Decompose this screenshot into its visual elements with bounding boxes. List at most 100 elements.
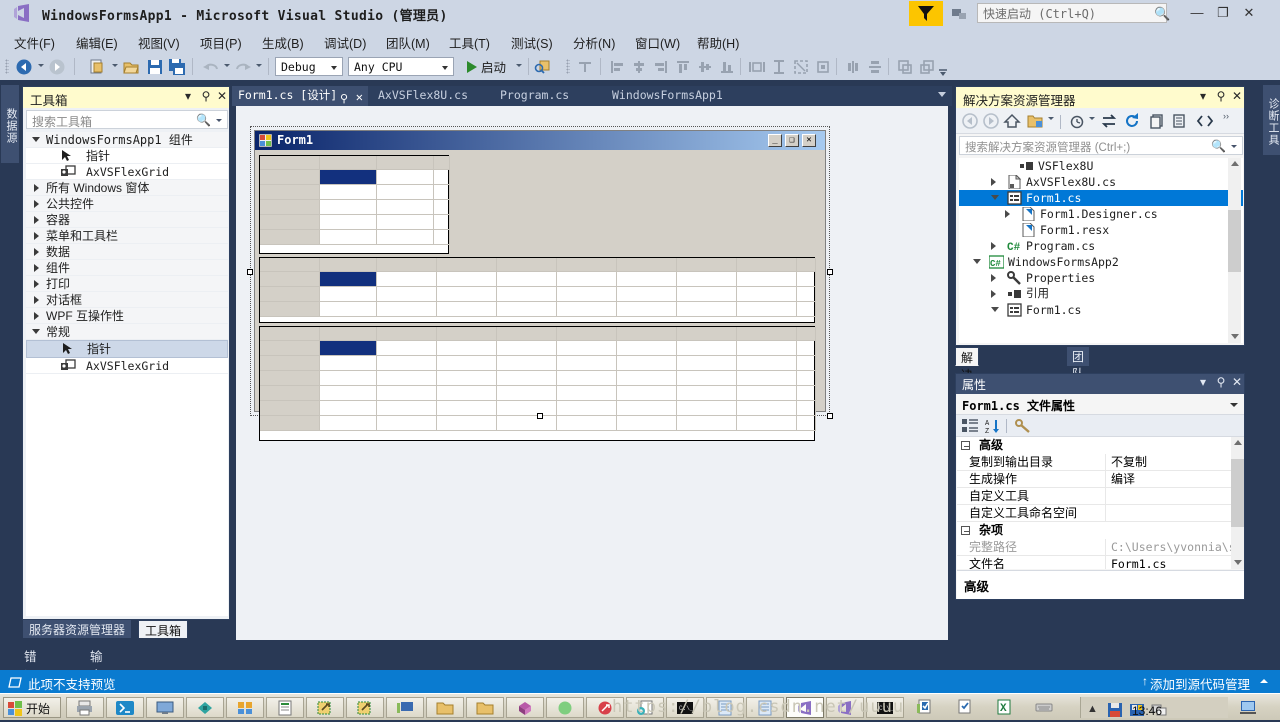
toolbox-category[interactable]: 常规 [26, 324, 228, 340]
autohide-tab-diagnostic-tools[interactable]: 诊断工具 [1263, 85, 1280, 155]
toolbox-item[interactable]: 指针 [26, 148, 228, 164]
grid-cell[interactable] [437, 272, 497, 287]
grid-cell[interactable] [497, 416, 557, 431]
toolbox-list[interactable]: WindowsFormsApp1 组件 指针 AxVSFlexGrid 所有 Wind… [26, 132, 228, 616]
grid-cell[interactable] [437, 371, 497, 386]
solution-configuration-combo[interactable]: Debug [275, 57, 343, 76]
chevron-right-icon[interactable] [34, 312, 39, 320]
grid-cell[interactable] [260, 230, 320, 245]
grid-cell[interactable] [797, 371, 816, 386]
chevron-right-icon[interactable] [34, 232, 39, 240]
grid-cell[interactable] [434, 156, 450, 170]
grid-cell[interactable] [260, 215, 320, 230]
grid-cell[interactable] [677, 302, 737, 317]
toolbox-search-input[interactable]: 搜索工具箱 🔍 [26, 110, 228, 129]
close-button[interactable]: ✕ [1238, 4, 1260, 22]
grid-cell[interactable] [557, 341, 617, 356]
grid-cell[interactable] [320, 401, 377, 416]
menu-build[interactable]: 生成(B) [256, 31, 310, 51]
chevron-down-icon[interactable] [991, 195, 999, 204]
grid-cell[interactable] [797, 327, 816, 341]
grid-cell[interactable] [320, 258, 377, 272]
grid-cell[interactable] [260, 327, 320, 341]
tab-toolbox[interactable]: 工具箱 [138, 620, 189, 638]
taskbar-item[interactable] [466, 697, 504, 718]
grid-cell[interactable] [557, 287, 617, 302]
chevron-right-icon[interactable] [1005, 210, 1010, 218]
grid-cell[interactable] [737, 302, 797, 317]
taskbar-item[interactable] [146, 697, 184, 718]
taskbar-item[interactable] [506, 697, 544, 718]
grid-cell[interactable] [434, 215, 450, 230]
grid-cell[interactable] [797, 401, 816, 416]
grid-cell[interactable] [320, 170, 377, 185]
menu-tools[interactable]: 工具(T) [443, 31, 496, 51]
menu-team[interactable]: 团队(M) [380, 31, 436, 51]
show-all-files-icon[interactable] [1026, 112, 1045, 130]
solution-tree-node[interactable]: Form1.Designer.cs [959, 206, 1243, 222]
grid-cell[interactable] [617, 356, 677, 371]
grid-cell[interactable] [437, 386, 497, 401]
sync-with-active-document-icon[interactable] [1100, 112, 1119, 130]
properties-grid[interactable]: 高级 复制到输出目录 不复制 生成操作 编译 自定义工具 自定义工具命名空间 杂项 完整路径 C:… [957, 437, 1231, 569]
grid-cell[interactable] [557, 386, 617, 401]
property-value[interactable]: 不复制 [1105, 454, 1231, 471]
grid-cell[interactable] [377, 272, 437, 287]
grid-cell[interactable] [320, 386, 377, 401]
grid-cell[interactable] [617, 371, 677, 386]
chevron-down-icon[interactable]: ▾ [181, 89, 195, 103]
chevron-right-icon[interactable] [34, 296, 39, 304]
chevron-down-icon[interactable] [991, 307, 999, 316]
axvsflexgrid-3[interactable] [259, 326, 816, 441]
solution-tree-node[interactable]: Form1.cs [959, 302, 1243, 318]
grid-cell[interactable] [260, 287, 320, 302]
align-rights-icon[interactable] [652, 58, 670, 76]
align-tops-icon[interactable] [674, 58, 692, 76]
scroll-down-arrow-icon[interactable] [1234, 560, 1242, 565]
grid-cell[interactable] [677, 416, 737, 431]
grid-cell[interactable] [437, 341, 497, 356]
grid-cell[interactable] [797, 386, 816, 401]
property-category[interactable]: 高级 [957, 437, 1231, 454]
properties-scrollbar[interactable] [1231, 437, 1244, 569]
taskbar-item[interactable] [1026, 697, 1064, 718]
property-value[interactable]: Form1.cs [1105, 556, 1231, 569]
grid-cell[interactable] [377, 230, 434, 245]
navigate-forward-icon[interactable] [48, 58, 66, 76]
taskbar-clock[interactable]: 13:46 [1132, 704, 1162, 718]
taskbar-item[interactable] [226, 697, 264, 718]
toolbox-category[interactable]: 容器 [26, 212, 228, 228]
grid-cell[interactable] [617, 386, 677, 401]
open-file-icon[interactable] [122, 58, 140, 76]
doc-tab-axvsflex8u[interactable]: AxVSFlex8U.cs [370, 86, 476, 106]
grid-cell[interactable] [260, 401, 320, 416]
show-desktop-button[interactable] [1256, 697, 1278, 718]
save-icon[interactable] [146, 58, 164, 76]
grid-cell[interactable] [497, 272, 557, 287]
grid-cell[interactable] [320, 287, 377, 302]
grid-cell[interactable] [677, 272, 737, 287]
toolbar-grip[interactable] [5, 59, 9, 74]
grid-cell[interactable] [557, 258, 617, 272]
align-bottoms-icon[interactable] [718, 58, 736, 76]
source-control-status[interactable]: 添加到源代码管理 [1150, 674, 1250, 693]
grid-cell[interactable] [497, 327, 557, 341]
resize-handle-se[interactable] [827, 413, 833, 419]
save-red-icon[interactable] [1107, 702, 1123, 718]
tab-server-explorer[interactable]: 服务器资源管理器 [23, 620, 132, 638]
grid-cell[interactable] [434, 230, 450, 245]
grid-cell[interactable] [377, 215, 434, 230]
grid-cell[interactable] [377, 156, 434, 170]
grid-cell[interactable] [377, 258, 437, 272]
home-icon[interactable] [1003, 112, 1022, 130]
solution-tree-node[interactable]: C# WindowsFormsApp2 [959, 254, 1243, 270]
grid-cell[interactable] [557, 356, 617, 371]
align-lefts-icon[interactable] [608, 58, 626, 76]
taskbar-item[interactable]: X [986, 697, 1024, 718]
toolbox-item[interactable]: 指针 [26, 340, 228, 358]
grid-cell[interactable] [320, 230, 377, 245]
form-client-area[interactable]: Form1 _ ❑ ✕ [254, 130, 826, 441]
chevron-down-icon[interactable] [32, 329, 40, 338]
close-icon[interactable]: ✕ [1230, 375, 1244, 389]
form-designer-surface[interactable]: Form1 _ ❑ ✕ [236, 106, 948, 640]
